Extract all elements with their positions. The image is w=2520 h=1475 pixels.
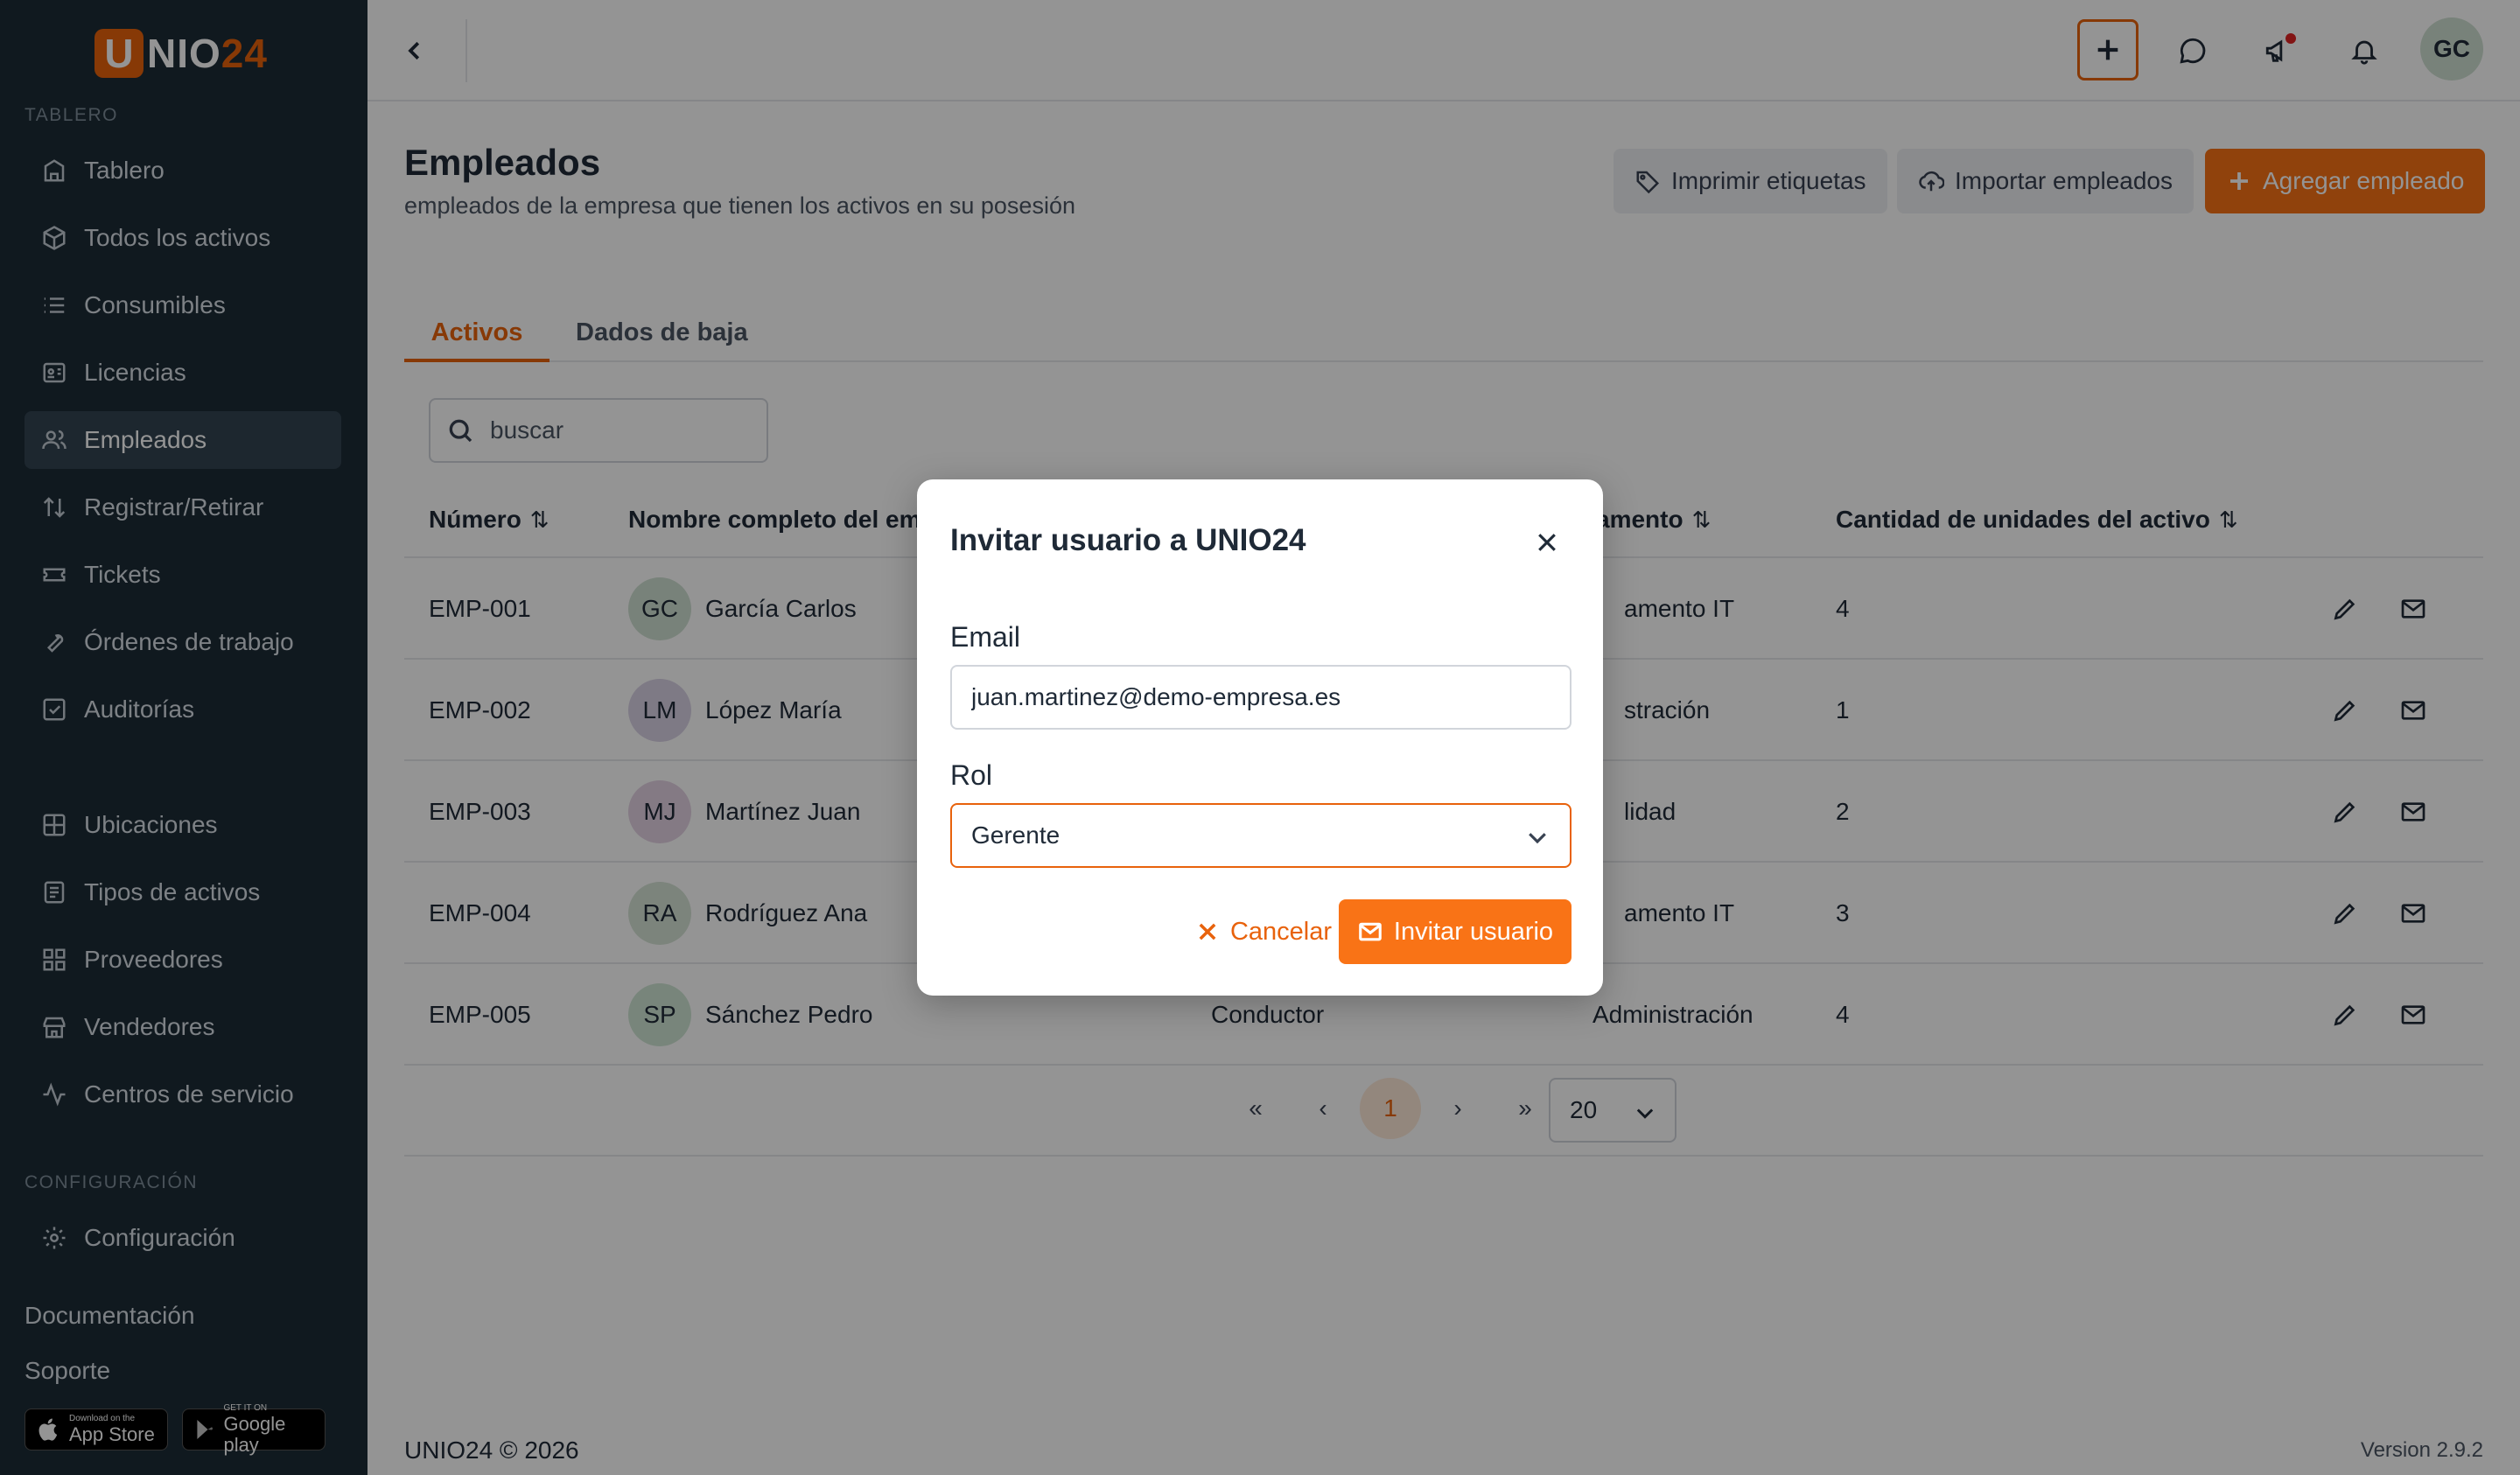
email-field[interactable] [950,665,1572,730]
role-label: Rol [950,759,993,791]
role-select[interactable]: Gerente [950,803,1572,868]
invite-user-button[interactable]: Invitar usuario [1339,899,1572,964]
cancel-button[interactable]: Cancelar [1169,899,1358,964]
invite-user-modal: Invitar usuario a UNIO24 Email Rol Geren… [917,479,1603,996]
mail-icon [1359,922,1382,941]
email-label: Email [950,621,1021,653]
close-icon [1538,534,1556,551]
close-button[interactable] [1530,525,1564,560]
modal-title: Invitar usuario a UNIO24 [950,523,1306,557]
close-icon [1199,923,1216,940]
chevron-down-icon [1529,833,1546,844]
